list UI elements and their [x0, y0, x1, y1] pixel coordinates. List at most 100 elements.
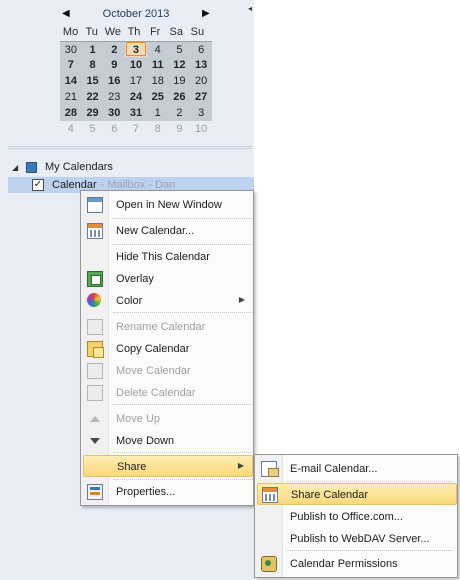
submenu-item-share-calendar[interactable]: Share Calendar [257, 483, 457, 505]
weekday-label: We [104, 26, 121, 38]
month-title: October 2013 [102, 8, 170, 20]
copy-icon [87, 341, 104, 358]
calendar-day[interactable]: 5 [82, 121, 104, 137]
calendar-day[interactable]: 26 [168, 89, 191, 105]
menu-item-overlay[interactable]: Overlay [83, 268, 253, 290]
submenu-item-publish-office[interactable]: Publish to Office.com... [257, 506, 457, 528]
calendar-day[interactable]: 30 [60, 41, 82, 57]
calendar-day[interactable]: 7 [60, 57, 82, 73]
move-down-icon [87, 433, 103, 449]
menu-item-label: New Calendar... [116, 225, 195, 237]
group-checkbox-icon[interactable] [26, 161, 37, 173]
menu-item-label: Properties... [116, 486, 176, 498]
calendar-day[interactable]: 4 [146, 41, 169, 57]
calendar-day[interactable]: 17 [125, 73, 147, 89]
weekday-label: Tu [85, 26, 98, 38]
calendar-checkbox[interactable]: ✓ [32, 179, 44, 191]
menu-item-label: Publish to WebDAV Server... [290, 533, 430, 545]
move-up-icon [87, 411, 103, 427]
menu-item-label: Share [117, 461, 147, 473]
calendar-day[interactable]: 7 [125, 121, 147, 137]
submenu-arrow-icon: ▶ [238, 295, 245, 304]
calendar-day[interactable]: 2 [103, 41, 126, 57]
menu-item-move-calendar[interactable]: Move Calendar [83, 360, 253, 382]
calendar-day[interactable]: 28 [60, 105, 82, 121]
calendar-context-menu: Open in New Window New Calendar... Hide … [80, 190, 254, 506]
calendar-day[interactable]: 8 [147, 121, 169, 137]
calendar-day[interactable]: 8 [81, 57, 104, 73]
calendar-day[interactable]: 10 [190, 121, 212, 137]
calendar-day[interactable]: 16 [103, 73, 126, 89]
calendar-day-today[interactable]: 3 [125, 41, 147, 57]
menu-item-label: Move Down [116, 435, 175, 447]
calendar-day[interactable]: 3 [190, 105, 212, 121]
menu-item-hide-this-calendar[interactable]: Hide This Calendar [83, 246, 253, 268]
calendar-day[interactable]: 2 [168, 105, 191, 121]
calendar-day[interactable]: 9 [169, 121, 191, 137]
menu-separator [113, 312, 253, 313]
calendar-day[interactable]: 31 [125, 105, 147, 121]
calendar-day[interactable]: 18 [146, 73, 169, 89]
menu-item-move-up[interactable]: Move Up [83, 408, 253, 430]
share-calendar-icon [262, 487, 278, 503]
calendar-day[interactable]: 30 [103, 105, 126, 121]
weekday-label: Sa [169, 26, 183, 38]
calendar-day[interactable]: 9 [103, 57, 126, 73]
overlay-icon [87, 271, 103, 287]
calendar-day[interactable]: 10 [125, 57, 147, 73]
menu-separator [113, 452, 253, 453]
weekday-label: Th [127, 26, 141, 38]
menu-item-share[interactable]: Share ▶ [83, 455, 253, 477]
calendar-group-my-calendars[interactable]: ◢ My Calendars [12, 159, 113, 175]
calendar-day[interactable]: 5 [168, 41, 191, 57]
delete-icon [87, 385, 103, 401]
menu-item-label: Copy Calendar [116, 343, 190, 355]
menu-item-rename-calendar[interactable]: Rename Calendar [83, 316, 253, 338]
calendar-day[interactable]: 14 [60, 73, 82, 89]
menu-item-properties[interactable]: Properties... [83, 481, 253, 503]
menu-item-new-calendar[interactable]: New Calendar... [83, 220, 253, 242]
calendar-day[interactable]: 1 [146, 105, 169, 121]
email-calendar-icon [261, 461, 279, 477]
menu-item-delete-calendar[interactable]: Delete Calendar [83, 382, 253, 404]
menu-item-color[interactable]: Color ▶ [83, 290, 253, 312]
calendar-day[interactable]: 25 [146, 89, 169, 105]
submenu-arrow-icon: ▶ [237, 461, 244, 470]
submenu-item-email-calendar[interactable]: E-mail Calendar... [257, 458, 457, 480]
menu-item-copy-calendar[interactable]: Copy Calendar [83, 338, 253, 360]
menu-item-label: Move Calendar [116, 365, 191, 377]
menu-item-label: Rename Calendar [116, 321, 206, 333]
expand-collapse-icon[interactable]: ◢ [12, 163, 22, 172]
move-icon [87, 363, 103, 379]
calendar-day[interactable]: 21 [60, 89, 82, 105]
group-label: My Calendars [45, 161, 113, 173]
calendar-day[interactable]: 27 [190, 89, 212, 105]
share-submenu: E-mail Calendar... Share Calendar Publis… [254, 454, 458, 578]
calendar-day[interactable]: 6 [190, 41, 212, 57]
date-navigator-header: ◀ October 2013 ▶ [58, 6, 214, 24]
calendar-day[interactable]: 23 [103, 89, 126, 105]
calendar-day[interactable]: 22 [81, 89, 104, 105]
calendar-day[interactable]: 15 [81, 73, 104, 89]
calendar-day[interactable]: 12 [168, 57, 191, 73]
menu-item-move-down[interactable]: Move Down [83, 430, 253, 452]
weekday-label: Fr [149, 26, 161, 38]
collapse-pane-icon[interactable]: ◂ [248, 4, 256, 14]
rename-icon [87, 319, 103, 335]
submenu-item-publish-webdav[interactable]: Publish to WebDAV Server... [257, 528, 457, 550]
calendar-day[interactable]: 24 [125, 89, 147, 105]
calendar-day[interactable]: 4 [60, 121, 82, 137]
calendar-day[interactable]: 29 [81, 105, 104, 121]
submenu-item-calendar-permissions[interactable]: Calendar Permissions [257, 553, 457, 575]
next-month-icon[interactable]: ▶ [202, 8, 210, 19]
calendar-day[interactable]: 11 [146, 57, 169, 73]
calendar-day[interactable]: 13 [190, 57, 212, 73]
calendar-day[interactable]: 20 [190, 73, 212, 89]
pane-divider[interactable] [8, 146, 252, 149]
menu-item-label: Calendar Permissions [290, 558, 398, 570]
calendar-day[interactable]: 6 [103, 121, 125, 137]
calendar-day[interactable]: 19 [168, 73, 191, 89]
menu-item-open-in-new-window[interactable]: Open in New Window [83, 194, 253, 216]
color-icon [87, 293, 101, 307]
calendar-day[interactable]: 1 [81, 41, 104, 57]
